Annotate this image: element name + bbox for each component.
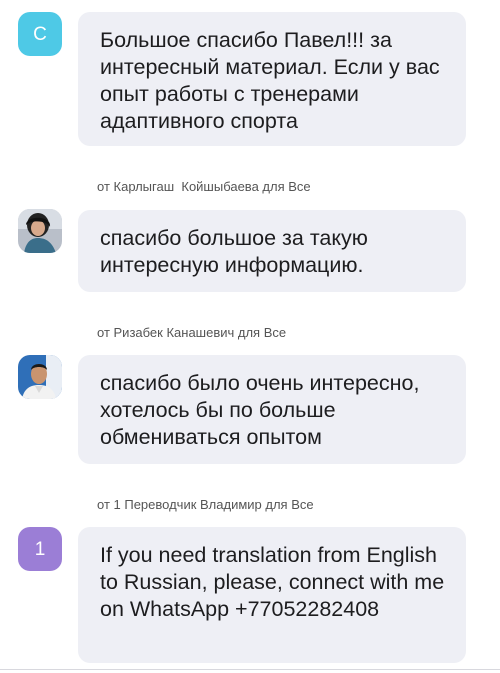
avatar-letter-1[interactable]: 1 bbox=[18, 527, 62, 571]
message-bubble[interactable]: спасибо было очень интересно, хотелось б… bbox=[78, 355, 466, 464]
avatar-letter: 1 bbox=[34, 538, 46, 560]
message-bubble[interactable]: спасибо большое за такую интересную инфо… bbox=[78, 210, 466, 292]
message-text: Большое спасибо Павел!!! за интересный м… bbox=[100, 28, 440, 133]
message-bubble[interactable]: If you need translation from English to … bbox=[78, 527, 466, 663]
message-bubble[interactable]: Большое спасибо Павел!!! за интересный м… bbox=[78, 12, 466, 146]
user-photo-avatar[interactable] bbox=[18, 209, 62, 253]
female-user-photo-icon bbox=[18, 209, 62, 253]
message-text: спасибо было очень интересно, хотелось б… bbox=[100, 371, 420, 449]
user-photo-avatar[interactable] bbox=[18, 355, 62, 399]
chat-message-list: С Большое спасибо Павел!!! за интересный… bbox=[0, 0, 500, 673]
divider bbox=[0, 669, 500, 670]
avatar-letter: С bbox=[33, 23, 47, 45]
sender-line: от Карлыгаш Койшыбаева для Все bbox=[97, 179, 311, 194]
avatar-letter-c[interactable]: С bbox=[18, 12, 62, 56]
message-text: If you need translation from English to … bbox=[100, 543, 445, 621]
message-text: спасибо большое за такую интересную инфо… bbox=[100, 226, 368, 277]
sender-line: от 1 Переводчик Владимир для Все bbox=[97, 497, 314, 512]
sender-line: от Ризабек Канашевич для Все bbox=[97, 325, 287, 340]
male-user-photo-icon bbox=[18, 355, 62, 399]
